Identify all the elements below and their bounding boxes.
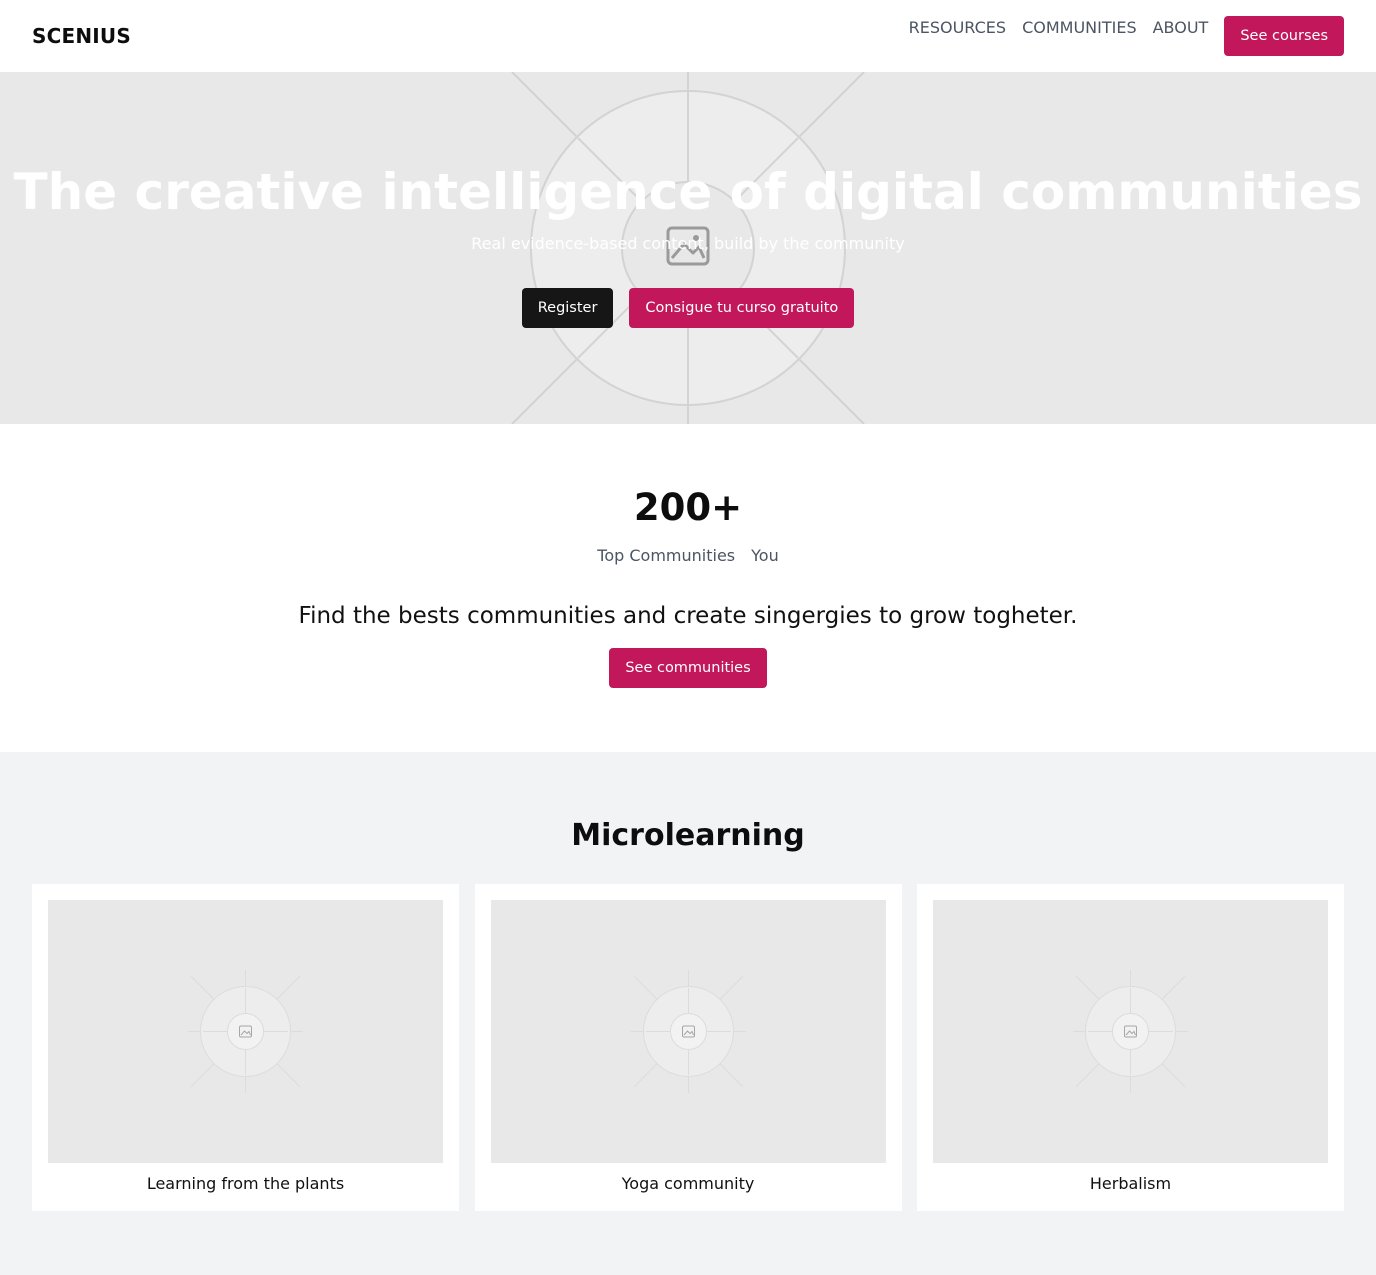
card-image-placeholder (48, 900, 443, 1163)
card-image-placeholder (933, 900, 1328, 1163)
nav-link-communities[interactable]: COMMUNITIES (1022, 16, 1137, 40)
nav-link-resources[interactable]: RESOURCES (909, 16, 1006, 40)
microlearning-title: Microlearning (571, 818, 805, 853)
card-herbalism[interactable]: Herbalism (917, 884, 1344, 1211)
card-list: Learning from the plants Yoga community … (32, 884, 1344, 1211)
tab-you[interactable]: You (751, 545, 779, 567)
stats-description: Find the bests communities and create si… (298, 603, 1078, 629)
card-title: Yoga community (621, 1174, 755, 1193)
hero-actions: Register Consigue tu curso gratuito (0, 288, 1376, 328)
community-count: 200+ (633, 486, 743, 529)
see-courses-button[interactable]: See courses (1224, 16, 1344, 56)
stats-section: 200+ Top Communities You Find the bests … (0, 424, 1376, 752)
microlearning-section: Microlearning Learning from the plants Y… (0, 752, 1376, 1275)
free-course-button[interactable]: Consigue tu curso gratuito (629, 288, 855, 328)
nav-link-about[interactable]: ABOUT (1153, 16, 1209, 40)
logo[interactable]: SCENIUS (32, 24, 131, 48)
main-nav: RESOURCES COMMUNITIES ABOUT See courses (909, 16, 1344, 56)
register-button[interactable]: Register (521, 288, 614, 328)
site-header: SCENIUS RESOURCES COMMUNITIES ABOUT See … (0, 0, 1376, 72)
card-title: Learning from the plants (146, 1174, 345, 1193)
hero-section: The creative intelligence of digital com… (0, 72, 1376, 424)
card-title: Herbalism (1089, 1174, 1172, 1193)
hero-title: The creative intelligence of digital com… (13, 163, 1363, 221)
card-learning-from-plants[interactable]: Learning from the plants (32, 884, 459, 1211)
card-yoga-community[interactable]: Yoga community (474, 884, 902, 1211)
card-image-placeholder (490, 900, 886, 1163)
stat-tabs: Top Communities You (0, 545, 1376, 567)
hero-subtitle: Real evidence-based content, build by th… (471, 234, 905, 253)
tab-top-communities[interactable]: Top Communities (597, 545, 735, 567)
stats-actions: See communities (0, 648, 1376, 688)
see-communities-button[interactable]: See communities (609, 648, 767, 688)
